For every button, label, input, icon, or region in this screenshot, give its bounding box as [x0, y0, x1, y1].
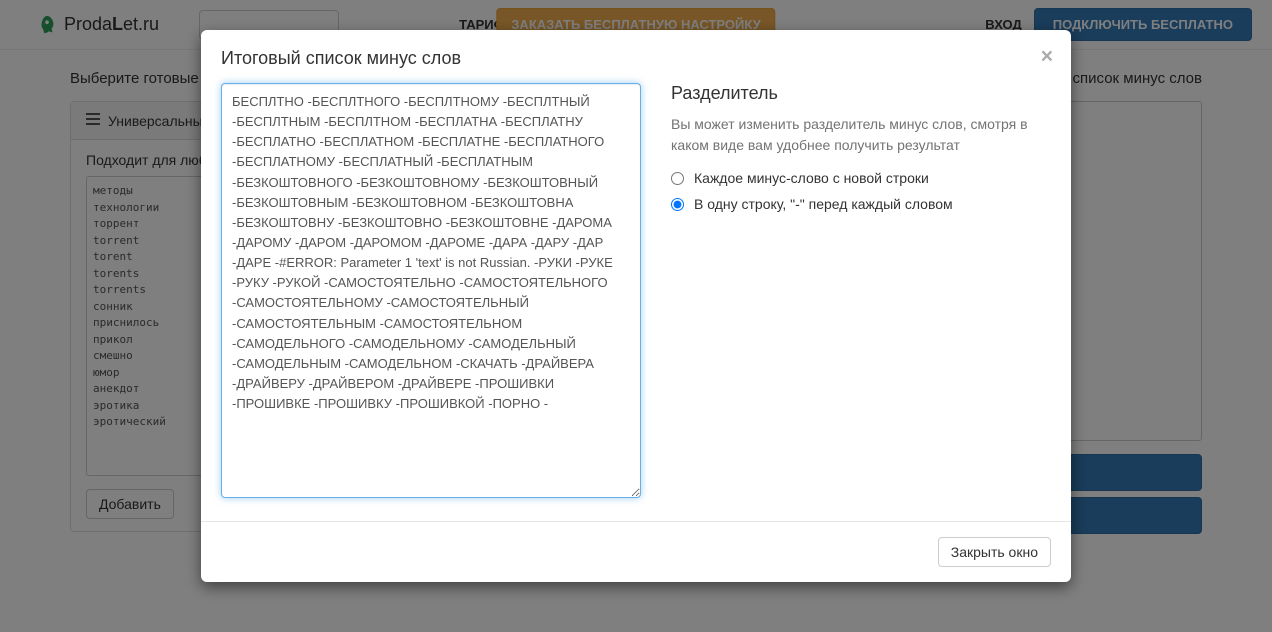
separator-title: Разделитель — [671, 83, 1051, 104]
modal-right: Разделитель Вы может изменить разделител… — [671, 83, 1051, 501]
modal-left — [221, 83, 641, 501]
modal-body: Разделитель Вы может изменить разделител… — [201, 83, 1071, 522]
modal-header: Итоговый список минус слов × — [201, 30, 1071, 83]
modal-result-textarea[interactable] — [221, 83, 641, 498]
modal-close-button[interactable]: × — [1041, 46, 1053, 67]
radio-oneline-label: В одну строку, "-" перед каждый словом — [694, 196, 953, 212]
modal: Итоговый список минус слов × Разделитель… — [201, 30, 1071, 582]
modal-close-window-button[interactable]: Закрыть окно — [938, 537, 1051, 567]
modal-footer: Закрыть окно — [201, 522, 1071, 582]
modal-title: Итоговый список минус слов — [221, 48, 1051, 69]
radio-newline-label: Каждое минус-слово с новой строки — [694, 170, 929, 186]
radio-oneline-input[interactable] — [671, 198, 684, 211]
radio-oneline-row[interactable]: В одну строку, "-" перед каждый словом — [671, 196, 1051, 212]
radio-newline-row[interactable]: Каждое минус-слово с новой строки — [671, 170, 1051, 186]
radio-newline-input[interactable] — [671, 172, 684, 185]
separator-help: Вы может изменить разделитель минус слов… — [671, 114, 1051, 156]
